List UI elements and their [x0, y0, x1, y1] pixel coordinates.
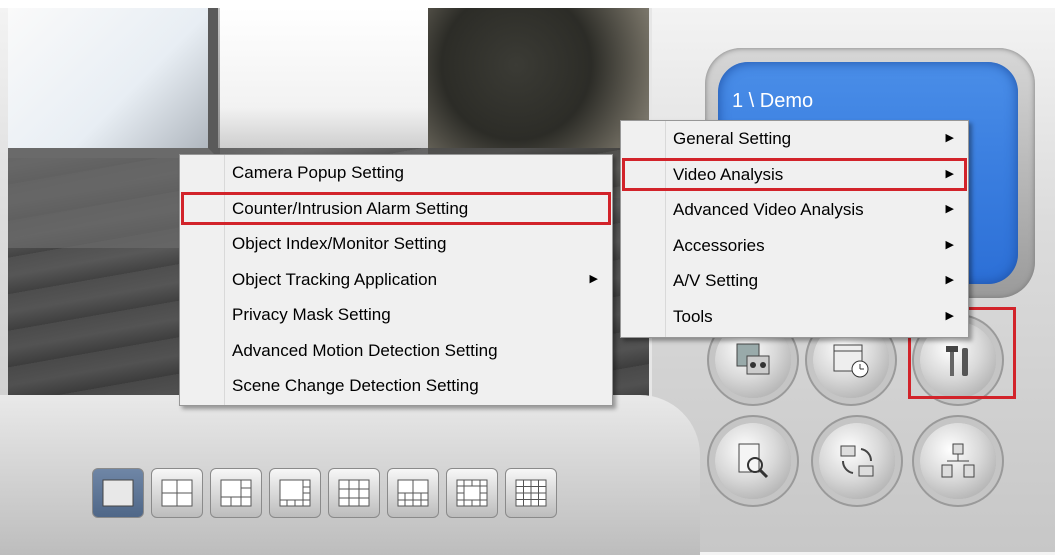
layout-4-icon [161, 479, 193, 507]
menu-item-counter-intrusion-alarm-setting[interactable]: Counter/Intrusion Alarm Setting [180, 191, 612, 227]
menu-item-camera-popup-setting[interactable]: Camera Popup Setting [180, 155, 612, 191]
menu-item-label: Tools [673, 306, 713, 326]
camera-title: 1 \ Demo [732, 90, 814, 112]
remote-network-icon [941, 443, 975, 478]
layout-16-button[interactable] [505, 468, 557, 518]
submenu-arrow-icon: ▶ [945, 203, 954, 215]
layout-9-icon [338, 479, 370, 507]
network-sync-icon [840, 445, 874, 477]
remote-network-button[interactable] [920, 423, 996, 499]
submenu-arrow-icon: ▶ [945, 274, 954, 286]
page-header [0, 0, 1055, 8]
layout-toolbar [92, 468, 557, 518]
submenu-arrow-icon: ▶ [945, 309, 954, 322]
layout-6-icon [220, 479, 252, 507]
menu-item-label: General Setting [673, 129, 792, 148]
layout-13-icon [456, 479, 488, 507]
menu-item-general-setting[interactable]: General Setting ▶ [621, 121, 968, 157]
main-context-menu: General Setting ▶ Video Analysis ▶ Advance… [620, 120, 969, 338]
menu-item-privacy-mask-setting[interactable]: Privacy Mask Setting [180, 297, 612, 333]
menu-item-label: Advanced Motion Detection Setting [232, 340, 498, 360]
layout-6-button[interactable] [210, 468, 262, 518]
layout-1-icon [102, 479, 134, 507]
menu-item-av-setting[interactable]: A/V Setting ▶ [621, 263, 968, 299]
menu-item-video-analysis[interactable]: Video Analysis ▶ [621, 157, 968, 193]
playback-icon [736, 343, 770, 375]
menu-item-label: Camera Popup Setting [232, 163, 404, 182]
submenu-arrow-icon: ▶ [589, 272, 598, 285]
menu-item-label: Advanced Video Analysis [673, 200, 864, 219]
layout-4-button[interactable] [151, 468, 203, 518]
menu-item-label: A/V Setting [673, 271, 759, 290]
layout-8-button[interactable] [269, 468, 321, 518]
menu-item-scene-change-detection-setting[interactable]: Scene Change Detection Setting [180, 368, 612, 404]
video-analysis-submenu: Camera Popup Setting Counter/Intrusion A… [179, 154, 613, 406]
layout-10-button[interactable] [387, 468, 439, 518]
search-log-button[interactable] [715, 423, 791, 499]
submenu-arrow-icon: ▶ [945, 167, 954, 180]
layout-8-icon [279, 479, 311, 507]
menu-item-label: Object Index/Monitor Setting [232, 234, 447, 253]
menu-item-label: Video Analysis [673, 164, 784, 184]
layout-1-button[interactable] [92, 468, 144, 518]
menu-item-label: Accessories [673, 235, 765, 255]
layout-16-icon [515, 479, 547, 507]
menu-item-advanced-motion-detection-setting[interactable]: Advanced Motion Detection Setting [180, 333, 612, 369]
video-scene-window [8, 8, 218, 158]
menu-item-label: Privacy Mask Setting [232, 305, 391, 324]
menu-item-object-tracking-application[interactable]: Object Tracking Application ▶ [180, 262, 612, 298]
menu-item-label: Object Tracking Application [232, 269, 438, 289]
layout-10-icon [397, 479, 429, 507]
menu-item-label: Counter/Intrusion Alarm Setting [232, 198, 469, 218]
schedule-icon [833, 344, 869, 378]
submenu-arrow-icon: ▶ [945, 132, 954, 144]
menu-item-advanced-video-analysis[interactable]: Advanced Video Analysis ▶ [621, 192, 968, 228]
submenu-arrow-icon: ▶ [945, 238, 954, 251]
menu-item-object-index-monitor-setting[interactable]: Object Index/Monitor Setting [180, 226, 612, 262]
menu-item-tools[interactable]: Tools ▶ [621, 299, 968, 335]
menu-item-accessories[interactable]: Accessories ▶ [621, 228, 968, 264]
layout-13-button[interactable] [446, 468, 498, 518]
layout-9-button[interactable] [328, 468, 380, 518]
network-sync-button[interactable] [819, 423, 895, 499]
search-log-icon [738, 443, 769, 479]
menu-item-label: Scene Change Detection Setting [232, 376, 479, 395]
